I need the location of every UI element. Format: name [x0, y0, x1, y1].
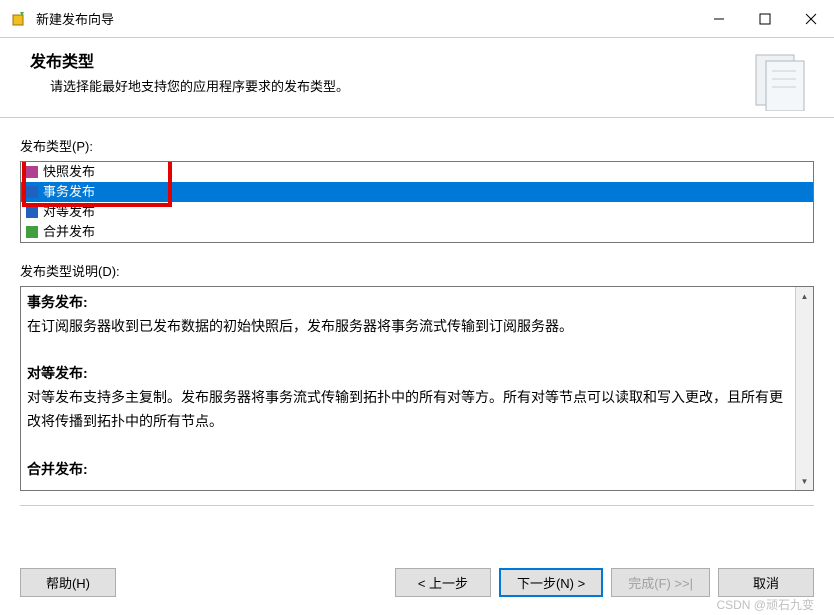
- scrollbar[interactable]: ▲ ▼: [795, 287, 813, 490]
- minimize-button[interactable]: [696, 0, 742, 38]
- list-item-label: 快照发布: [43, 162, 95, 182]
- scroll-up-icon[interactable]: ▲: [796, 287, 813, 305]
- description-label: 发布类型说明(D):: [20, 261, 814, 280]
- list-item[interactable]: 对等发布: [21, 202, 813, 222]
- header-graphic-icon: [744, 48, 814, 113]
- desc-section-title: 合并发布:: [27, 458, 789, 482]
- list-item-label: 对等发布: [43, 202, 95, 222]
- window-controls: [696, 0, 834, 38]
- description-content: 事务发布: 在订阅服务器收到已发布数据的初始快照后，发布服务器将事务流式传输到订…: [21, 287, 795, 490]
- list-item-label: 合并发布: [43, 222, 95, 242]
- pub-snapshot-icon: [25, 165, 39, 179]
- back-button[interactable]: < 上一步: [395, 568, 491, 597]
- scroll-down-icon[interactable]: ▼: [796, 472, 813, 490]
- page-title: 发布类型: [30, 48, 744, 72]
- wizard-app-icon: [10, 10, 28, 28]
- pubtype-label: 发布类型(P):: [20, 136, 814, 155]
- window-title: 新建发布向导: [36, 9, 114, 28]
- pub-peer-icon: [25, 205, 39, 219]
- page-subtitle: 请选择能最好地支持您的应用程序要求的发布类型。: [30, 76, 744, 95]
- pubtype-list[interactable]: 快照发布 事务发布 对等发布 合并发布: [20, 161, 814, 243]
- list-item-label: 事务发布: [43, 182, 95, 202]
- scroll-track[interactable]: [796, 305, 813, 472]
- wizard-header: 发布类型 请选择能最好地支持您的应用程序要求的发布类型。: [0, 38, 834, 118]
- description-box: 事务发布: 在订阅服务器收到已发布数据的初始快照后，发布服务器将事务流式传输到订…: [20, 286, 814, 491]
- list-item[interactable]: 快照发布: [21, 162, 813, 182]
- watermark: CSDN @顽石九变: [716, 596, 814, 613]
- finish-button: 完成(F) >>|: [611, 568, 710, 597]
- desc-section-title: 事务发布:: [27, 291, 789, 315]
- help-button[interactable]: 帮助(H): [20, 568, 116, 597]
- list-item[interactable]: 合并发布: [21, 222, 813, 242]
- next-button[interactable]: 下一步(N) >: [499, 568, 603, 597]
- divider: [20, 505, 814, 506]
- titlebar: 新建发布向导: [0, 0, 834, 38]
- list-item[interactable]: 事务发布: [21, 182, 813, 202]
- desc-section-body: 在订阅服务器收到已发布数据的初始快照后，发布服务器将事务流式传输到订阅服务器。: [27, 315, 789, 339]
- pub-merge-icon: [25, 225, 39, 239]
- desc-section-title: 对等发布:: [27, 362, 789, 386]
- desc-section-body: 对等发布支持多主复制。发布服务器将事务流式传输到拓扑中的所有对等方。所有对等节点…: [27, 386, 789, 434]
- close-button[interactable]: [788, 0, 834, 38]
- maximize-button[interactable]: [742, 0, 788, 38]
- cancel-button[interactable]: 取消: [718, 568, 814, 597]
- pub-transaction-icon: [25, 185, 39, 199]
- button-bar: 帮助(H) < 上一步 下一步(N) > 完成(F) >>| 取消: [0, 568, 834, 597]
